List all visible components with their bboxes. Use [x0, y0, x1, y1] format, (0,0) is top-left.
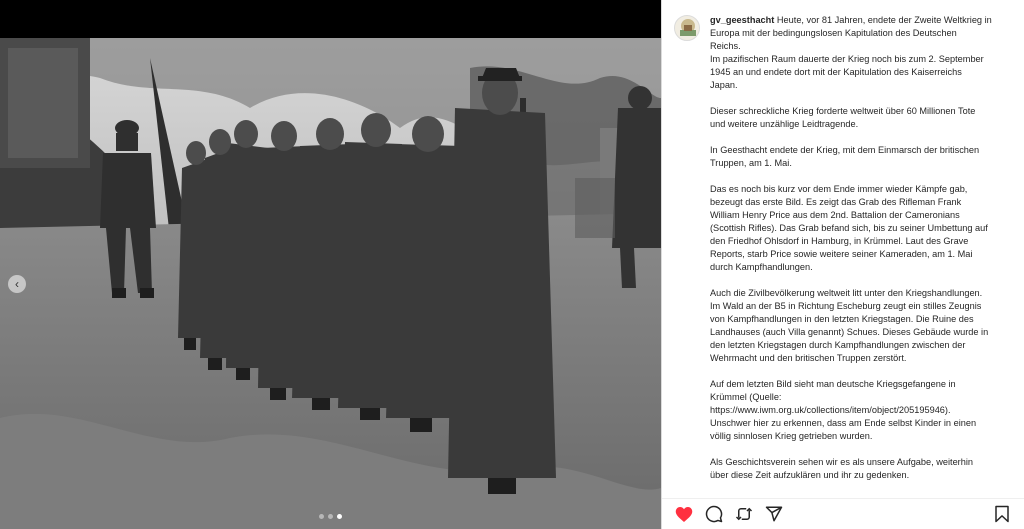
caption-line: Im Wald an der B5 in Richtung Escheburg … — [710, 301, 982, 311]
caption-paragraph: gv_geesthacht Heute, vor 81 Jahren, ende… — [710, 14, 1013, 92]
carousel-dot[interactable] — [328, 514, 333, 519]
caption-line: Europa mit der bedingungslosen Kapitulat… — [710, 28, 957, 38]
caption-line: Japan. — [710, 80, 738, 90]
like-button[interactable] — [674, 504, 694, 524]
carousel-dots — [0, 514, 661, 519]
caption-line: Als Geschichtsverein sehen wir es als un… — [710, 457, 974, 467]
caption-paragraph: Dieser schreckliche Krieg forderte weltw… — [710, 105, 1013, 131]
avatar[interactable] — [674, 15, 700, 41]
comment-icon — [705, 505, 723, 523]
bookmark-icon — [995, 505, 1009, 523]
caption-line: Wehrmacht und den britischen Truppen zer… — [710, 353, 907, 363]
caption-line: Krümmel (Quelle: — [710, 392, 782, 402]
carousel-prev-button[interactable]: ‹ — [8, 275, 26, 293]
caption-line: Auf dem letzten Bild sieht man deutsche … — [710, 379, 956, 389]
caption-line: William Henry Price aus dem 2nd. Battali… — [710, 210, 960, 220]
caption-paragraph: In Geesthacht endete der Krieg, mit dem … — [710, 144, 1013, 170]
caption-line: Heute, vor 81 Jahren, endete der Zweite … — [776, 15, 992, 25]
username-link[interactable]: gv_geesthacht — [710, 15, 774, 25]
caption-text: gv_geesthacht Heute, vor 81 Jahren, ende… — [710, 14, 1013, 482]
historical-photo-prisoners — [0, 38, 661, 529]
caption-line: Reichs. — [710, 41, 741, 51]
share-icon — [765, 506, 783, 522]
comment-button[interactable] — [704, 504, 724, 524]
carousel-dot[interactable] — [319, 514, 324, 519]
caption-area: gv_geesthacht Heute, vor 81 Jahren, ende… — [662, 0, 1024, 500]
save-button[interactable] — [992, 504, 1012, 524]
action-bar — [662, 498, 1024, 529]
caption-paragraph: Das es noch bis kurz vor dem Ende immer … — [710, 183, 1013, 274]
caption-line: Unschwer hier zu erkennen, dass am Ende … — [710, 418, 977, 428]
carousel-dot[interactable] — [337, 514, 342, 519]
caption-line: bezeugt das erste Bild. Es zeigt das Gra… — [710, 197, 962, 207]
caption-paragraph: Auch die Zivilbevölkerung weltweit litt … — [710, 287, 1013, 365]
caption-first-line: gv_geesthacht Heute, vor 81 Jahren, ende… — [710, 14, 1013, 27]
chevron-left-icon: ‹ — [15, 277, 19, 291]
caption-line: Landhauses (auch Villa genannt) Schues. … — [710, 327, 989, 337]
share-button[interactable] — [764, 504, 784, 524]
caption-line: und weitere unzählige Leidtragende. — [710, 119, 859, 129]
caption-line: Im pazifischen Raum dauerte der Krieg no… — [710, 54, 984, 64]
caption-line: In Geesthacht endete der Krieg, mit dem … — [710, 145, 980, 155]
repost-icon — [735, 507, 753, 521]
caption-line: 1945 an und endete dort mit der Kapitula… — [710, 67, 962, 77]
caption-line: (Scottish Rifles). Das Grab befand sich,… — [710, 223, 988, 233]
caption-line: Reports, starb Price sowie weitere seine… — [710, 249, 973, 259]
post-side-panel: gv_geesthacht Heute, vor 81 Jahren, ende… — [661, 0, 1024, 529]
caption-paragraph: Auf dem letzten Bild sieht man deutsche … — [710, 378, 1013, 443]
caption-line: über diese Zeit aufzuklären und ihr zu g… — [710, 470, 910, 480]
heart-filled-icon — [675, 506, 693, 522]
caption-line: https://www.iwm.org.uk/collections/item/… — [710, 405, 951, 415]
avatar-image — [675, 16, 699, 40]
caption-line: den letzten Kriegstagen durch Kampfhandl… — [710, 340, 966, 350]
caption-line: den Friedhof Ohlsdorf in Hamburg, in Krü… — [710, 236, 969, 246]
caption-paragraph: Als Geschichtsverein sehen wir es als un… — [710, 456, 1013, 482]
post-photo — [0, 38, 661, 529]
caption-line: Auch die Zivilbevölkerung weltweit litt … — [710, 288, 983, 298]
caption-line: durch Kampfhandlungen. — [710, 262, 813, 272]
caption-row: gv_geesthacht Heute, vor 81 Jahren, ende… — [674, 14, 1013, 482]
caption-line: Dieser schreckliche Krieg forderte weltw… — [710, 106, 976, 116]
caption-line: von Kampfhandlungen in den letzten Krieg… — [710, 314, 974, 324]
post-media: ‹ — [0, 0, 661, 529]
caption-line: Das es noch bis kurz vor dem Ende immer … — [710, 184, 968, 194]
caption-line: Truppen, am 1. Mai. — [710, 158, 792, 168]
caption-line: völlig sinnlosen Krieg getrieben wurden. — [710, 431, 873, 441]
repost-button[interactable] — [734, 504, 754, 524]
